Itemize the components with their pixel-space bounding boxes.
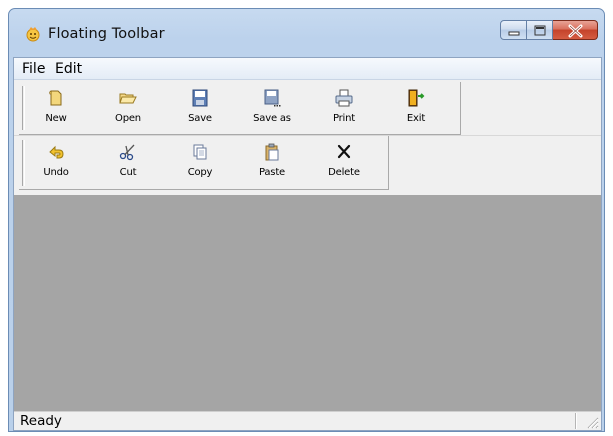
- copy-button[interactable]: Copy: [171, 140, 229, 184]
- save-button[interactable]: Save: [171, 86, 229, 130]
- save-label: Save: [188, 113, 212, 124]
- paste-button[interactable]: Paste: [243, 140, 301, 184]
- undo-button[interactable]: Undo: [27, 140, 85, 184]
- scissors-icon: [119, 144, 135, 161]
- save-as-label: Save as: [253, 113, 291, 124]
- toolbar-top-gripper[interactable]: [22, 86, 25, 130]
- app-window: Floating Toolbar File Edit New Open Save…: [8, 8, 605, 432]
- minimize-button[interactable]: [500, 20, 527, 40]
- exit-door-icon: [408, 89, 425, 107]
- document-content-area[interactable]: [14, 195, 601, 411]
- caption-buttons: [500, 20, 598, 41]
- save-as-icon: [264, 89, 281, 107]
- cut-button[interactable]: Cut: [99, 140, 157, 184]
- undo-arrow-icon: [49, 145, 64, 159]
- paste-clipboard-icon: [265, 143, 279, 161]
- title-bar[interactable]: Floating Toolbar: [9, 9, 604, 57]
- status-separator: [575, 413, 577, 429]
- new-label: New: [45, 113, 67, 124]
- copy-icon: [193, 144, 207, 160]
- toolbar-bottom-gripper[interactable]: [22, 140, 25, 186]
- toolbar-bottom: Undo Cut Copy Paste Delete: [19, 136, 389, 190]
- menu-edit[interactable]: Edit: [53, 61, 84, 77]
- undo-label: Undo: [43, 167, 69, 178]
- menu-bar: File Edit: [14, 58, 601, 80]
- print-label: Print: [332, 113, 355, 124]
- cut-label: Cut: [119, 167, 137, 178]
- resize-grip-icon[interactable]: [585, 415, 599, 429]
- exit-button[interactable]: Exit: [387, 86, 445, 130]
- menu-file[interactable]: File: [20, 61, 47, 77]
- toolbar-rebar: New Open Save Save as Print Exit Undo Cu…: [14, 80, 601, 194]
- floppy-disk-icon: [192, 89, 208, 107]
- client-area: File Edit New Open Save Save as Print Ex…: [13, 57, 602, 431]
- toolbar-top: New Open Save Save as Print Exit: [19, 82, 461, 135]
- maximize-icon: [534, 25, 546, 36]
- close-icon: [568, 24, 583, 38]
- close-button[interactable]: [553, 20, 598, 40]
- open-button[interactable]: Open: [99, 86, 157, 130]
- delete-label: Delete: [328, 167, 360, 178]
- exit-label: Exit: [406, 113, 426, 124]
- delete-button[interactable]: Delete: [315, 140, 373, 184]
- save-as-button[interactable]: Save as: [243, 86, 301, 130]
- paste-label: Paste: [259, 167, 285, 178]
- status-bar: Ready: [14, 411, 601, 430]
- maximize-button[interactable]: [527, 20, 553, 40]
- print-button[interactable]: Print: [315, 86, 373, 130]
- open-label: Open: [115, 113, 141, 124]
- new-button[interactable]: New: [27, 86, 85, 130]
- new-document-icon: [49, 90, 62, 106]
- minimize-icon: [508, 31, 520, 36]
- open-folder-icon: [119, 93, 137, 104]
- status-text: Ready: [20, 413, 62, 429]
- app-smiley-icon: [26, 27, 40, 42]
- window-title: Floating Toolbar: [48, 26, 165, 42]
- delete-x-icon: [337, 144, 351, 159]
- copy-label: Copy: [187, 167, 213, 178]
- printer-icon: [335, 89, 353, 107]
